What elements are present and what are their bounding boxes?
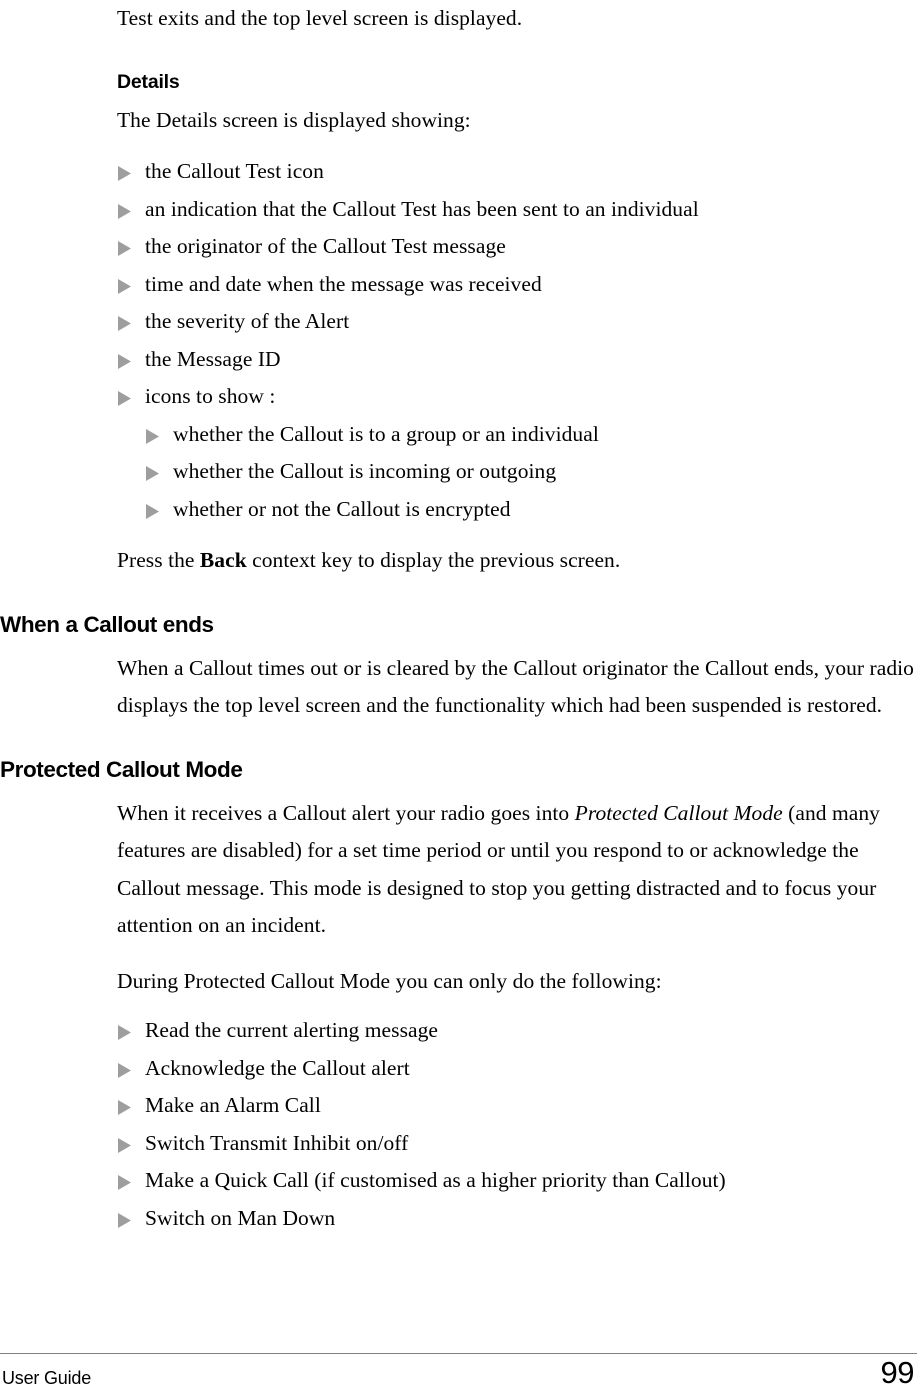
list-item: time and date when the message was recei… (0, 266, 917, 304)
protected-mode-text-before: When it receives a Callout alert your ra… (117, 800, 575, 825)
footer-label: User Guide (2, 1368, 92, 1388)
callout-ends-paragraph: When a Callout times out or is cleared b… (117, 655, 914, 718)
list-item-label: Make an Alarm Call (145, 1093, 321, 1117)
list-item-label: the originator of the Callout Test messa… (145, 234, 506, 258)
intro-paragraph: Test exits and the top level screen is d… (117, 6, 523, 30)
list-item-label: time and date when the message was recei… (145, 271, 542, 296)
triangle-bullet-icon (117, 1125, 135, 1153)
list-item: the Message ID (0, 341, 917, 379)
list-item-label: Switch on Man Down (145, 1205, 336, 1230)
list-item: Make a Quick Call (if customised as a hi… (0, 1162, 917, 1200)
list-item: Switch Transmit Inhibit on/off (0, 1125, 917, 1163)
triangle-bullet-icon (117, 1050, 135, 1078)
section-heading-protected-callout-mode: Protected Callout Mode (0, 756, 243, 782)
protected-callout-mode-term: Protected Callout Mode (574, 800, 783, 825)
triangle-bullet-icon (117, 228, 135, 256)
triangle-bullet-icon (117, 191, 135, 219)
list-item-label: whether or not the Callout is encrypted (173, 496, 511, 521)
details-bullet-list: the Callout Test icon an indication that… (0, 153, 917, 528)
triangle-bullet-icon (145, 416, 163, 444)
footer-divider (0, 1353, 917, 1354)
list-item: icons to show : (0, 378, 917, 416)
closing-text-after: context key to display the previous scre… (246, 548, 621, 572)
details-intro-paragraph: The Details screen is displayed showing: (117, 107, 471, 132)
back-key-label: Back (199, 548, 247, 572)
triangle-bullet-icon (117, 266, 135, 294)
section-heading-when-a-callout-ends: When a Callout ends (0, 611, 214, 637)
list-item-label: the Message ID (145, 346, 281, 371)
list-item: Acknowledge the Callout alert (0, 1050, 917, 1088)
triangle-bullet-icon (117, 378, 135, 406)
sub-heading-details: Details (117, 70, 180, 93)
list-item: Make an Alarm Call (0, 1087, 917, 1125)
list-item-label: Acknowledge the Callout alert (145, 1055, 410, 1080)
list-item-label: whether the Callout is to a group or an … (173, 421, 599, 446)
list-item: the Callout Test icon (0, 153, 917, 191)
list-item-label: whether the Callout is incoming or outgo… (173, 459, 557, 483)
list-item: an indication that the Callout Test has … (0, 191, 917, 229)
list-item-label: an indication that the Callout Test has … (145, 196, 699, 221)
list-item: whether or not the Callout is encrypted (0, 491, 917, 529)
protected-mode-bullet-list: Read the current alerting message Acknow… (0, 1012, 917, 1237)
page-number: 99 (880, 1355, 915, 1390)
triangle-bullet-icon (145, 453, 163, 481)
list-item: whether the Callout is incoming or outgo… (0, 453, 917, 491)
triangle-bullet-icon (117, 1012, 135, 1040)
list-item-label: Switch Transmit Inhibit on/off (145, 1130, 409, 1155)
triangle-bullet-icon (117, 1200, 135, 1228)
triangle-bullet-icon (117, 341, 135, 369)
list-item-label: Make a Quick Call (if customised as a hi… (145, 1168, 726, 1192)
triangle-bullet-icon (117, 1087, 135, 1115)
list-item-label: Read the current alerting message (145, 1018, 438, 1042)
triangle-bullet-icon (117, 153, 135, 181)
triangle-bullet-icon (117, 303, 135, 331)
list-item: Switch on Man Down (0, 1200, 917, 1238)
triangle-bullet-icon (117, 1162, 135, 1190)
list-item: the originator of the Callout Test messa… (0, 228, 917, 266)
triangle-bullet-icon (145, 491, 163, 519)
protected-mode-paragraph: When it receives a Callout alert your ra… (0, 795, 917, 945)
list-item: the severity of the Alert (0, 303, 917, 341)
details-closing-paragraph: Press the Back context key to display th… (0, 542, 917, 580)
list-item: whether the Callout is to a group or an … (0, 416, 917, 454)
protected-mode-list-intro: During Protected Callout Mode you can on… (117, 968, 662, 993)
list-item-label: the Callout Test icon (145, 159, 324, 183)
list-item-label: icons to show : (145, 384, 276, 408)
closing-text-before: Press the (117, 548, 200, 572)
list-item-label: the severity of the Alert (145, 309, 350, 333)
page-footer: User Guide 99 (0, 1353, 917, 1399)
document-page: Test exits and the top level screen is d… (0, 0, 917, 1399)
list-item: Read the current alerting message (0, 1012, 917, 1050)
page-content: Test exits and the top level screen is d… (0, 0, 917, 1237)
